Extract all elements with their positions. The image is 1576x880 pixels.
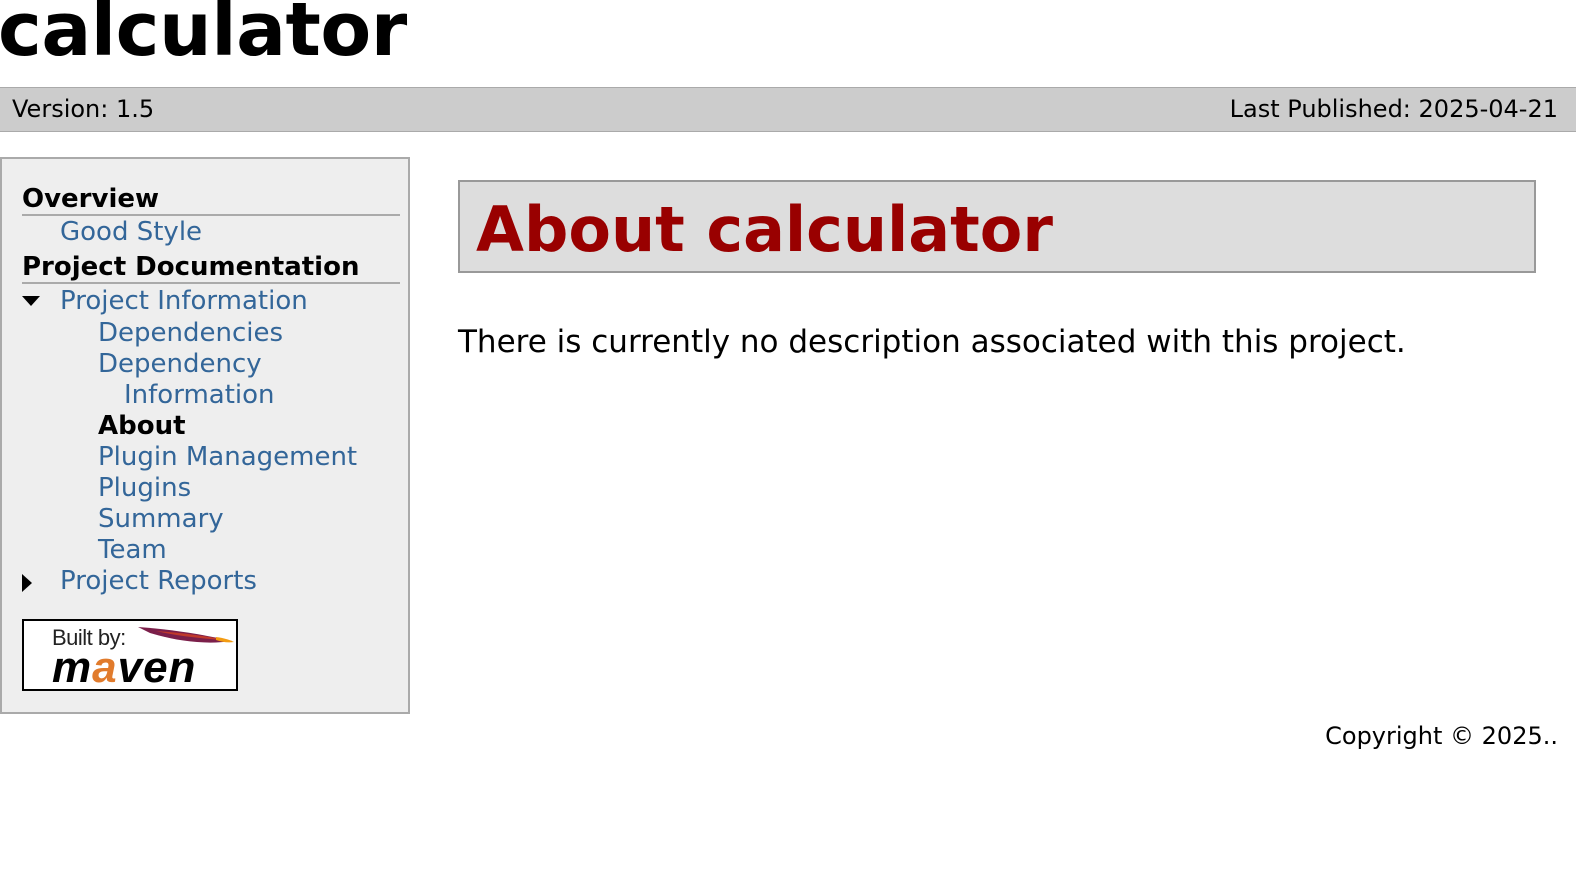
nav-link-team[interactable]: Team: [98, 535, 167, 566]
nav-link-dependency-line1: Dependency: [98, 349, 262, 379]
banner-title: calculator: [0, 0, 407, 73]
nav-link-dependencies[interactable]: Dependencies: [98, 318, 283, 349]
page-title: About calculator: [476, 193, 1053, 266]
version-label: Version: 1.5: [12, 95, 155, 123]
nav-link-project-reports[interactable]: Project Reports: [60, 566, 257, 597]
sidebar-navigation: Overview Good Style Project Documentatio…: [0, 157, 410, 714]
expand-triangle-icon[interactable]: [22, 574, 32, 592]
copyright-footer: Copyright © 2025..: [1325, 722, 1558, 750]
maven-wordmark: maven: [52, 643, 197, 692]
nav-link-dependency-information-cont[interactable]: Information: [124, 380, 275, 411]
breadcrumbs-bar: Version: 1.5 Last Published: 2025-04-21: [0, 87, 1576, 132]
nav-heading-project-documentation: Project Documentation: [22, 252, 400, 284]
nav-link-good-style[interactable]: Good Style: [60, 217, 202, 248]
nav-link-plugin-management[interactable]: Plugin Management: [98, 442, 357, 473]
built-by-maven-logo[interactable]: Built by: maven: [22, 619, 238, 692]
nav-link-plugins[interactable]: Plugins: [98, 473, 191, 504]
last-published-label: Last Published: 2025-04-21: [1229, 95, 1558, 123]
nav-link-dependency-information[interactable]: Dependency: [98, 349, 262, 380]
nav-link-dependency-line2: Information: [124, 380, 275, 410]
nav-heading-overview: Overview: [22, 184, 400, 216]
collapse-triangle-icon[interactable]: [22, 296, 40, 306]
nav-link-project-information[interactable]: Project Information: [60, 286, 308, 317]
nav-current-about: About: [98, 411, 186, 441]
section-header: About calculator: [458, 180, 1536, 273]
project-description: There is currently no description associ…: [458, 324, 1406, 360]
nav-link-summary[interactable]: Summary: [98, 504, 224, 535]
